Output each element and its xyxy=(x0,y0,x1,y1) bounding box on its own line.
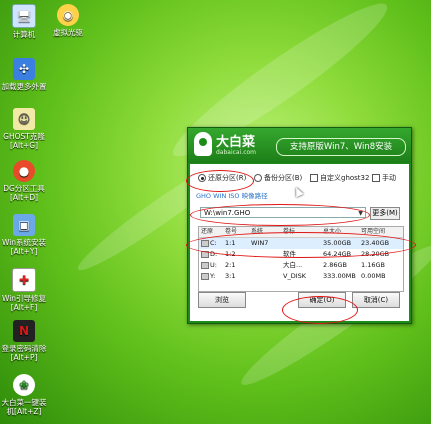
drive-icon xyxy=(201,239,209,247)
disc-icon: ◉ xyxy=(57,4,79,26)
chevron-down-icon: ▼ xyxy=(358,210,363,217)
col-label: 卷标 xyxy=(283,228,296,235)
desktop-icon-dg[interactable]: ● DG分区工具 [Alt+D] xyxy=(0,160,48,202)
partition-table: 还原 卷号 系统 卷标 总大小 可用空间 C: 1:1 WIN7 35.00GB… xyxy=(198,226,404,292)
desktop-icon-label: 登录密码清除 xyxy=(1,344,47,353)
row-drive: C: xyxy=(210,239,217,247)
desktop-icon-load-more[interactable]: ✣ 加载更多外置 xyxy=(0,58,48,91)
row-free: 0.00MB xyxy=(361,272,386,280)
backup-partition-option[interactable]: 备份分区(B) xyxy=(254,172,302,184)
row-label: V_DISK xyxy=(283,272,307,280)
checkbox-icon xyxy=(310,174,318,182)
drive-icon xyxy=(201,261,209,269)
desktop-icon-virtual-drive[interactable]: ◉ 虚拟光驱 xyxy=(44,4,92,37)
desktop-icon-win-install[interactable]: ▣ Win系统安装 [Alt+Y] xyxy=(0,214,48,256)
desktop-icon-label: 虚拟光驱 xyxy=(53,28,83,37)
more-button[interactable]: 更多(M) xyxy=(370,207,400,220)
desktop-icon-boot-repair[interactable]: ✚ Win引导修复 [Alt+F] xyxy=(0,268,48,312)
desktop-icon-label: 大白菜一键装 xyxy=(1,398,47,407)
custom-ghost-checkbox[interactable]: 自定义ghost32 xyxy=(310,172,369,184)
cabbage-icon: ❀ xyxy=(13,374,35,396)
row-label: 软件 xyxy=(283,250,296,258)
option-label: 手动 xyxy=(382,174,396,182)
image-path-label: GHO WIN ISO 映像路径 xyxy=(196,192,268,200)
installer-window: 大白菜 dabaicai.com 支持原版Win7、Win8安装 还原分区(R)… xyxy=(187,127,412,324)
option-label: 备份分区(B) xyxy=(264,174,303,182)
desktop-icon-label: 加载更多外置 xyxy=(1,82,47,91)
option-label: 自定义ghost32 xyxy=(320,174,370,182)
ghost-icon: ☺ xyxy=(13,108,35,130)
row-volume: 1:1 xyxy=(225,239,236,247)
row-drive: U: xyxy=(210,261,217,269)
col-system: 系统 xyxy=(251,228,264,235)
col-free: 可用空间 xyxy=(361,228,386,235)
desktop-icon-shortcut: [Alt+G] xyxy=(9,141,39,150)
desktop-icon-label: DG分区工具 xyxy=(3,184,45,193)
feature-banner: 支持原版Win7、Win8安装 xyxy=(276,138,406,156)
password-icon: N xyxy=(13,320,35,342)
desktop-icon-shortcut: [Alt+D] xyxy=(9,193,39,202)
row-total: 2.86GB xyxy=(323,261,347,269)
table-header: 还原 卷号 系统 卷标 总大小 可用空间 xyxy=(199,227,403,238)
table-row[interactable]: D: 1:2 软件 64.24GB 28.20GB xyxy=(199,249,403,260)
row-free: 1.16GB xyxy=(361,261,385,269)
desktop-icon-computer[interactable]: 🖥 计算机 xyxy=(0,4,48,39)
checkbox-icon xyxy=(372,174,380,182)
window-titlebar: 大白菜 dabaicai.com 支持原版Win7、Win8安装 xyxy=(188,128,411,163)
row-volume: 2:1 xyxy=(225,261,236,269)
image-path-value: W:\win7.GHO xyxy=(204,209,251,217)
computer-icon: 🖥 xyxy=(12,4,36,28)
row-drive: D: xyxy=(210,250,218,258)
ok-button[interactable]: 确定(O) xyxy=(298,292,346,308)
col-restore: 还原 xyxy=(201,228,214,235)
row-volume: 3:1 xyxy=(225,272,236,280)
row-label: 大白... xyxy=(283,261,303,269)
radio-icon xyxy=(254,174,262,182)
desktop-icon-one-click[interactable]: ❀ 大白菜一键装 机[Alt+Z] xyxy=(0,374,48,416)
row-total: 64.24GB xyxy=(323,250,352,258)
desktop-icon-label: Win系统安装 xyxy=(1,238,47,247)
col-volume: 卷号 xyxy=(225,228,238,235)
table-row[interactable]: C: 1:1 WIN7 35.00GB 23.40GB xyxy=(199,238,403,249)
desktop-icon-shortcut: 机[Alt+Z] xyxy=(6,407,42,416)
row-free: 23.40GB xyxy=(361,239,390,247)
desktop-icon-label: GHOST克隆 xyxy=(3,132,45,141)
logo-subtitle: dabaicai.com xyxy=(216,149,257,156)
row-volume: 1:2 xyxy=(225,250,236,258)
repair-icon: ✚ xyxy=(12,268,36,292)
restore-partition-option[interactable]: 还原分区(R) xyxy=(198,172,246,184)
manual-checkbox[interactable]: 手动 xyxy=(372,172,396,184)
browse-button[interactable]: 浏览 xyxy=(198,292,246,308)
drive-icon xyxy=(201,272,209,280)
desktop-icon-ghost[interactable]: ☺ GHOST克隆 [Alt+G] xyxy=(0,108,48,150)
row-system: WIN7 xyxy=(251,239,269,247)
logo-text: 大白菜 xyxy=(216,135,256,150)
cabbage-logo-icon xyxy=(194,132,212,156)
col-total: 总大小 xyxy=(323,228,342,235)
desktop-icon-label: 计算机 xyxy=(12,30,36,39)
image-path-select[interactable]: W:\win7.GHO ▼ xyxy=(200,207,366,218)
drive-icon xyxy=(201,250,209,258)
cancel-button[interactable]: 取消(C) xyxy=(352,292,400,308)
row-total: 35.00GB xyxy=(323,239,352,247)
plugin-icon: ✣ xyxy=(13,58,35,80)
mode-options: 还原分区(R) 备份分区(B) 自定义ghost32 手动 xyxy=(194,172,406,184)
install-icon: ▣ xyxy=(13,214,35,236)
diskgenius-icon: ● xyxy=(13,160,35,182)
radio-selected-icon xyxy=(198,174,206,182)
image-path-row: W:\win7.GHO ▼ 更多(M) xyxy=(200,207,400,220)
desktop-icon-label: Win引导修复 xyxy=(1,294,47,303)
table-row[interactable]: U: 2:1 大白... 2.86GB 1.16GB xyxy=(199,260,403,271)
row-total: 333.00MB xyxy=(323,272,356,280)
option-label: 还原分区(R) xyxy=(208,174,247,182)
row-drive: Y: xyxy=(210,272,216,280)
row-free: 28.20GB xyxy=(361,250,390,258)
desktop-icon-shortcut: [Alt+Y] xyxy=(10,247,38,256)
desktop-icon-shortcut: [Alt+F] xyxy=(10,303,38,312)
desktop-icon-password-clear[interactable]: N 登录密码清除 [Alt+P] xyxy=(0,320,48,362)
desktop-icon-shortcut: [Alt+P] xyxy=(10,353,38,362)
table-row[interactable]: Y: 3:1 V_DISK 333.00MB 0.00MB xyxy=(199,271,403,282)
